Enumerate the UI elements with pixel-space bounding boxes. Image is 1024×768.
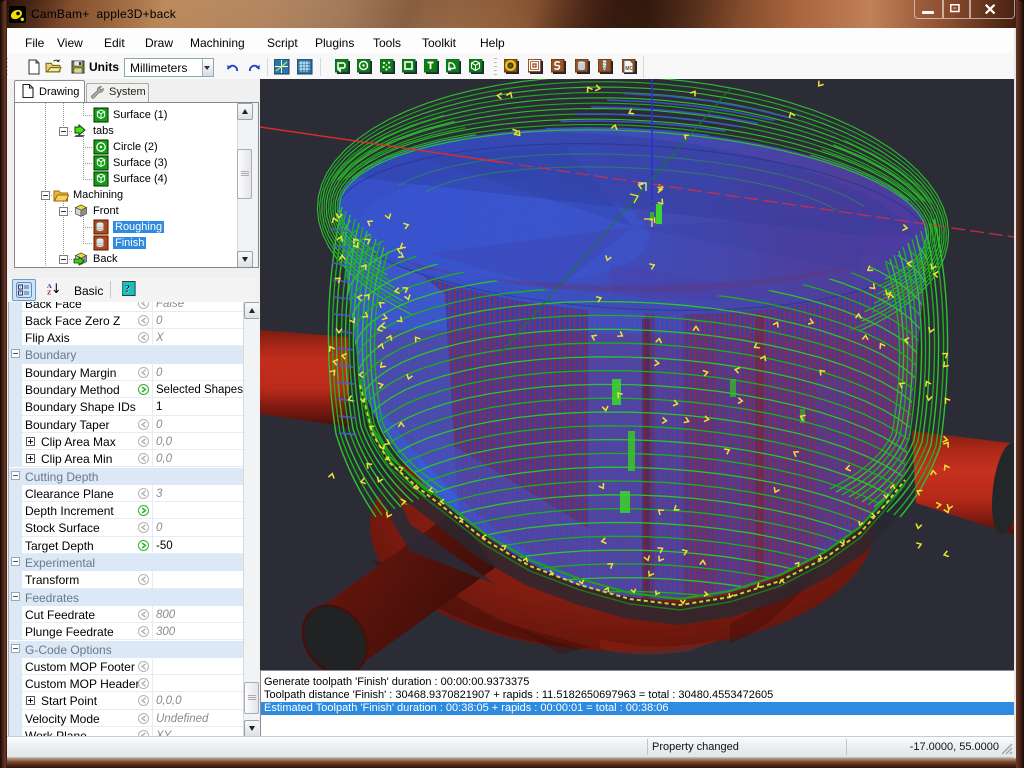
svg-text:+: + (19, 291, 22, 296)
svg-text:?: ? (125, 284, 130, 295)
svg-text:MC: MC (625, 66, 633, 72)
svg-text:Z: Z (47, 290, 52, 297)
svg-text:+: + (19, 285, 22, 290)
